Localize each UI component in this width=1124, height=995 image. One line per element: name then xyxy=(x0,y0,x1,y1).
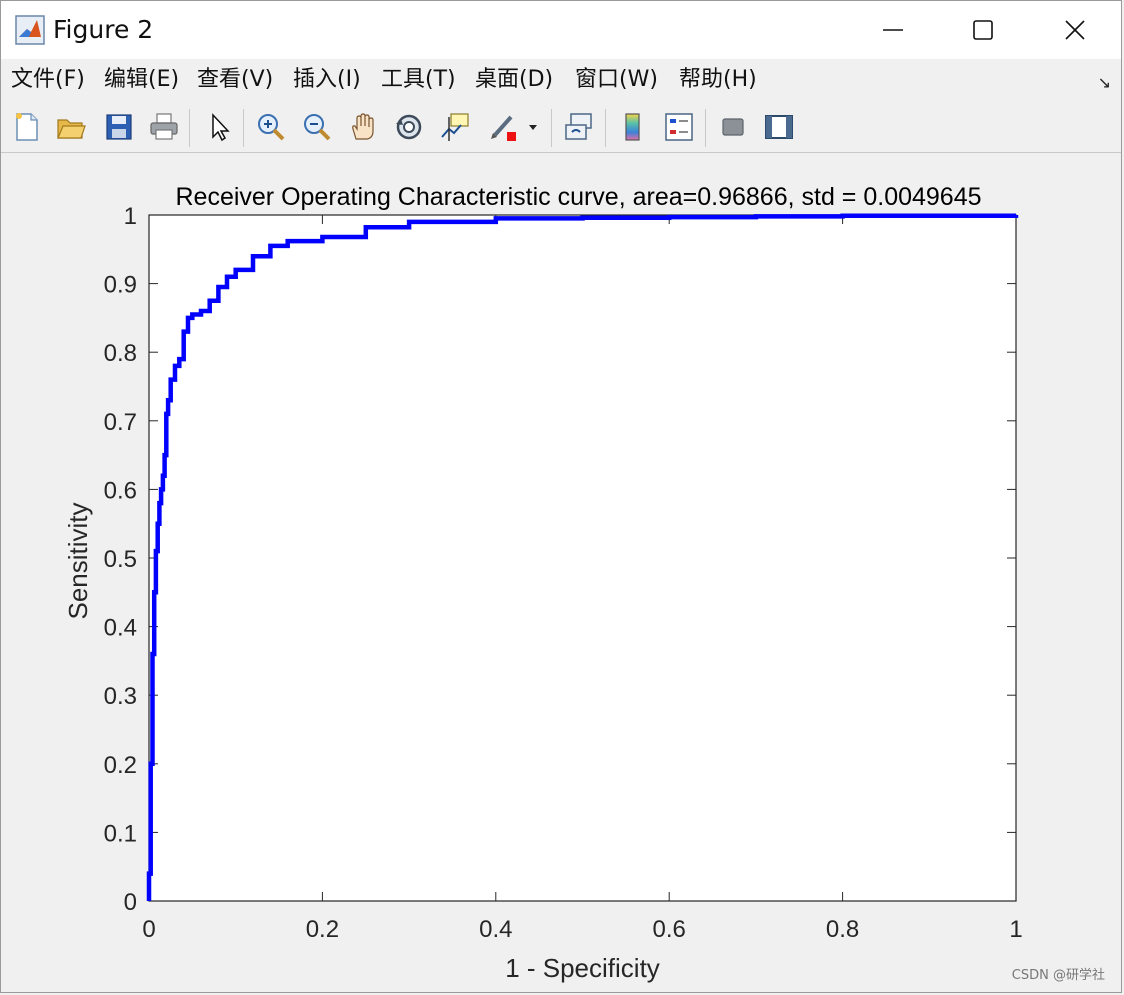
toolbar-separator xyxy=(551,109,552,147)
hide-plot-tools-button[interactable] xyxy=(715,109,751,145)
zoom-out-icon xyxy=(304,114,331,141)
y-tick-label: 0.4 xyxy=(104,615,137,642)
x-axis-label: 1 - Specificity xyxy=(505,953,660,983)
menu-insert[interactable]: 插入(I) xyxy=(293,65,361,95)
roc-plot[interactable]: 0 0.2 0.4 0.6 0.8 1 0 0.1 0.2 0.3 0.4 0.5 0.6 0.7 0.8 0… xyxy=(3,153,1121,991)
figure-toolbar xyxy=(1,101,1121,153)
x-tick-label: 0.4 xyxy=(479,916,512,943)
show-plot-tools-button[interactable] xyxy=(761,109,797,145)
maximize-button[interactable] xyxy=(937,1,1029,59)
menu-bar: 文件(F) 编辑(E) 查看(V) 插入(I) 工具(T) 桌面(D) 窗口(W… xyxy=(1,59,1121,101)
y-tick-label: 0.3 xyxy=(104,683,137,710)
figure-canvas[interactable]: 0 0.2 0.4 0.6 0.8 1 0 0.1 0.2 0.3 0.4 0.5 0.6 0.7 0.8 0… xyxy=(3,153,1121,991)
zoom-out-button[interactable] xyxy=(299,109,335,145)
x-tick-label: 0.6 xyxy=(653,916,686,943)
legend-icon xyxy=(665,113,693,141)
save-icon xyxy=(106,114,132,140)
select-arrow-icon xyxy=(212,113,230,142)
show-plot-tools-icon xyxy=(765,115,793,139)
menu-desktop[interactable]: 桌面(D) xyxy=(475,65,553,95)
axes-box xyxy=(148,214,1017,902)
zoom-in-button[interactable] xyxy=(253,109,289,145)
toolbar-separator xyxy=(189,109,190,147)
dock-arrow-icon[interactable]: ↘ xyxy=(1098,73,1111,92)
toolbar-separator xyxy=(705,109,706,147)
minimize-button[interactable] xyxy=(847,1,939,59)
hide-plot-tools-icon xyxy=(722,118,744,136)
y-tick-label: 0.1 xyxy=(104,820,137,847)
print-icon xyxy=(150,113,178,140)
menu-help[interactable]: 帮助(H) xyxy=(679,65,757,95)
x-tick-label: 0.8 xyxy=(826,916,859,943)
pan-button[interactable] xyxy=(345,109,381,145)
pan-hand-icon xyxy=(352,113,374,140)
zoom-in-icon xyxy=(258,114,285,141)
menu-tools[interactable]: 工具(T) xyxy=(381,65,456,95)
print-button[interactable] xyxy=(146,109,182,145)
menu-edit[interactable]: 编辑(E) xyxy=(104,65,179,95)
y-axis-label: Sensitivity xyxy=(63,502,93,619)
brush-button[interactable] xyxy=(485,109,521,145)
data-cursor-icon xyxy=(441,113,469,141)
x-tick-label: 0.2 xyxy=(306,916,339,943)
save-button[interactable] xyxy=(101,109,137,145)
colorbar-icon xyxy=(625,113,640,141)
chart-title: Receiver Operating Characteristic curve,… xyxy=(175,183,981,211)
title-bar[interactable]: Figure 2 xyxy=(1,1,1121,59)
close-icon xyxy=(1065,20,1085,40)
x-tick-label: 1 xyxy=(1009,916,1022,943)
maximize-icon xyxy=(973,20,993,40)
minimize-icon xyxy=(883,29,903,31)
menu-window[interactable]: 窗口(W) xyxy=(575,65,658,95)
menu-view[interactable]: 查看(V) xyxy=(197,65,273,95)
x-tick-label: 0 xyxy=(142,916,155,943)
window-title: Figure 2 xyxy=(53,15,154,44)
matlab-app-icon xyxy=(15,15,45,45)
new-figure-icon xyxy=(16,113,38,141)
y-tick-label: 0.7 xyxy=(104,409,137,436)
link-plot-icon xyxy=(565,113,592,140)
open-file-button[interactable] xyxy=(53,109,89,145)
data-cursor-button[interactable] xyxy=(437,109,473,145)
chevron-down-icon xyxy=(529,125,537,130)
y-tick-label: 0 xyxy=(124,889,137,916)
y-tick-label: 1 xyxy=(124,203,137,230)
close-button[interactable] xyxy=(1029,1,1121,59)
toolbar-separator xyxy=(605,109,606,147)
toolbar-separator xyxy=(243,109,244,147)
brush-dropdown[interactable] xyxy=(523,109,543,145)
rotate-3d-button[interactable] xyxy=(391,109,427,145)
y-tick-label: 0.2 xyxy=(104,752,137,779)
link-plot-button[interactable] xyxy=(561,109,597,145)
menu-file[interactable]: 文件(F) xyxy=(11,65,85,95)
open-file-icon xyxy=(57,119,86,139)
y-tick-label: 0.5 xyxy=(104,546,137,573)
colorbar-button[interactable] xyxy=(615,109,651,145)
y-tick-label: 0.9 xyxy=(104,272,137,299)
legend-button[interactable] xyxy=(661,109,697,145)
figure-window: Figure 2 文件(F) 编辑(E) 查看(V) 插入(I) 工具(T) 桌… xyxy=(0,0,1122,993)
y-tick-label: 0.8 xyxy=(104,340,137,367)
rotate-3d-icon xyxy=(396,114,422,140)
y-tick-label: 0.6 xyxy=(104,477,137,504)
watermark: CSDN @研学社 xyxy=(1011,968,1105,983)
select-button[interactable] xyxy=(201,109,237,145)
brush-icon xyxy=(491,115,516,141)
new-figure-button[interactable] xyxy=(9,109,45,145)
